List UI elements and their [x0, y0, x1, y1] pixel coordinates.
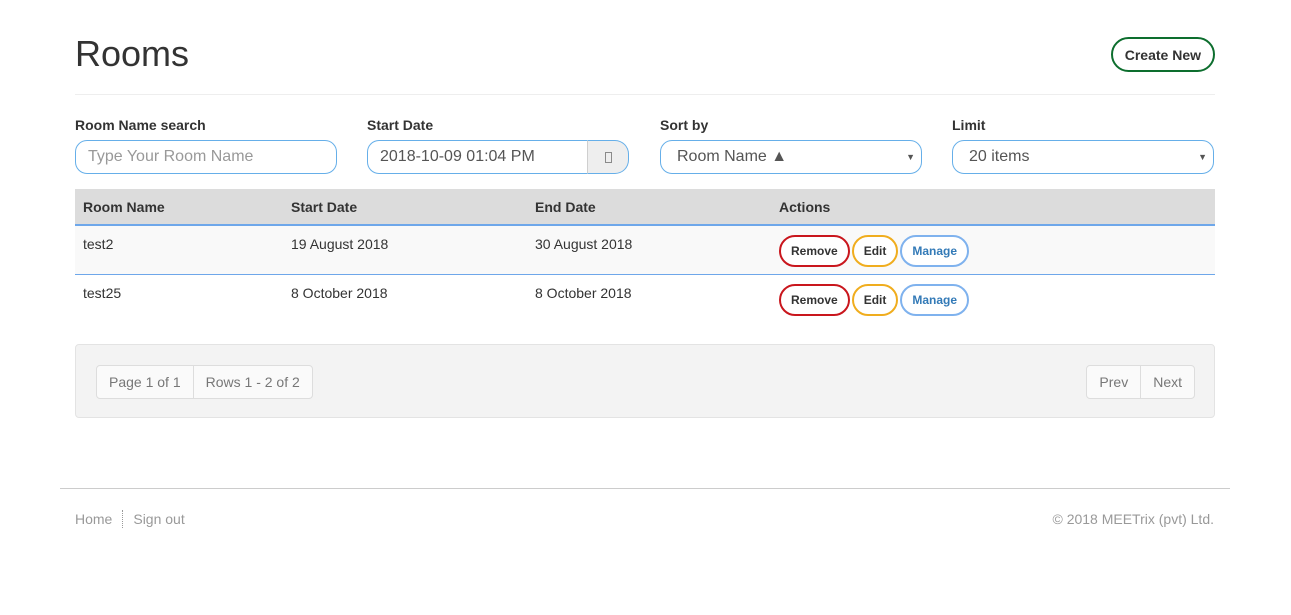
- column-header-end-date[interactable]: End Date: [527, 199, 771, 215]
- page-title: Rooms: [75, 33, 190, 74]
- table-header: Room Name Start Date End Date Actions: [75, 189, 1215, 226]
- room-name-cell: test25: [83, 285, 122, 301]
- start-date-label: Start Date: [367, 117, 434, 133]
- limit-select[interactable]: 20 items ▼: [952, 140, 1214, 174]
- page-header: Rooms Create New: [75, 0, 1215, 95]
- start-date-cell: 19 August 2018: [291, 236, 389, 252]
- sort-by-value: Room Name ▲: [677, 148, 788, 165]
- prev-button[interactable]: Prev: [1087, 366, 1140, 398]
- next-button[interactable]: Next: [1140, 366, 1194, 398]
- footer-divider: [60, 488, 1230, 489]
- remove-button[interactable]: Remove: [779, 235, 850, 267]
- rows-info: Rows 1 - 2 of 2: [192, 366, 312, 398]
- edit-button[interactable]: Edit: [851, 235, 899, 267]
- limit-label: Limit: [952, 117, 986, 133]
- actions-cell: Remove Edit Manage: [771, 284, 1215, 316]
- filters-bar: Room Name search Start Date 2018-10-09 0…: [75, 116, 1215, 176]
- footer-link-home[interactable]: Home: [75, 510, 112, 528]
- footer-links: Home Sign out: [75, 510, 185, 528]
- manage-button[interactable]: Manage: [900, 284, 970, 316]
- sort-by-select[interactable]: Room Name ▲ ▼: [660, 140, 922, 174]
- calendar-icon: [604, 151, 612, 163]
- manage-button[interactable]: Manage: [900, 235, 970, 267]
- limit-filter: Limit 20 items ▼: [952, 116, 1214, 174]
- room-search-label: Room Name search: [75, 117, 206, 133]
- main-container: Rooms Create New Room Name search Start …: [75, 0, 1215, 418]
- column-header-actions: Actions: [779, 198, 831, 215]
- room-name-cell: test2: [83, 236, 114, 252]
- copyright: © 2018 MEETrix (pvt) Ltd.: [1052, 511, 1214, 527]
- sort-by-filter: Sort by Room Name ▲ ▼: [660, 116, 922, 174]
- chevron-down-icon: ▼: [906, 152, 915, 162]
- rooms-table: Room Name Start Date End Date Actions te…: [75, 189, 1215, 324]
- create-new-button[interactable]: Create New: [1110, 37, 1215, 72]
- column-header-start-date[interactable]: Start Date: [283, 199, 527, 215]
- room-search-input[interactable]: [75, 140, 337, 174]
- room-search-filter: Room Name search: [75, 116, 337, 174]
- end-date-cell: 30 August 2018: [535, 236, 633, 252]
- sort-by-label: Sort by: [660, 117, 709, 133]
- chevron-down-icon: ▼: [1198, 152, 1207, 162]
- calendar-button[interactable]: [588, 140, 629, 174]
- limit-value: 20 items: [969, 148, 1030, 165]
- page-info: Page 1 of 1: [109, 374, 181, 390]
- start-date-group: 2018-10-09 01:04 PM: [367, 140, 629, 174]
- table-row: test2 19 August 2018 30 August 2018 Remo…: [75, 226, 1215, 275]
- table-row: test25 8 October 2018 8 October 2018 Rem…: [75, 275, 1215, 324]
- start-date-filter: Start Date 2018-10-09 01:04 PM: [367, 116, 629, 174]
- edit-button[interactable]: Edit: [851, 284, 899, 316]
- footer-link-sign-out[interactable]: Sign out: [122, 510, 185, 528]
- pagination-nav: Prev Next: [1086, 365, 1195, 399]
- pagination-info: Page 1 of 1 Rows 1 - 2 of 2: [96, 365, 313, 399]
- start-date-cell: 8 October 2018: [291, 285, 388, 301]
- start-date-input[interactable]: 2018-10-09 01:04 PM: [367, 140, 588, 174]
- actions-cell: Remove Edit Manage: [771, 235, 1215, 267]
- remove-button[interactable]: Remove: [779, 284, 850, 316]
- end-date-cell: 8 October 2018: [535, 285, 632, 301]
- column-header-room-name[interactable]: Room Name: [75, 199, 283, 215]
- pagination-bar: Page 1 of 1 Rows 1 - 2 of 2 Prev Next: [75, 344, 1215, 418]
